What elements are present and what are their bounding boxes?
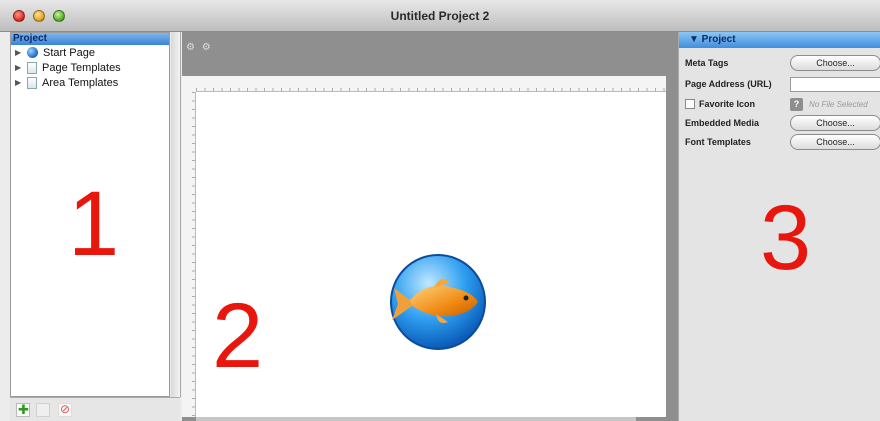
tree-item-label: Area Templates <box>42 76 119 89</box>
meta-tags-choose-button[interactable]: Choose... <box>790 55 880 71</box>
title-bar: Untitled Project 2 <box>0 0 880 32</box>
document-icon <box>27 61 37 74</box>
disclosure-triangle-icon[interactable]: ▶ <box>15 78 23 87</box>
tree-item-start-page[interactable]: ▶ Start Page <box>11 45 169 60</box>
tree-item-page-templates[interactable]: ▶ Page Templates <box>11 60 169 75</box>
annotation-number-3: 3 <box>760 187 812 289</box>
embedded-media-row: Embedded Media Choose... <box>685 114 880 132</box>
embedded-media-label: Embedded Media <box>685 118 760 128</box>
page-address-label: Page Address (URL) <box>685 79 772 89</box>
page-address-input[interactable] <box>790 76 880 92</box>
page-button[interactable] <box>36 403 50 417</box>
help-icon[interactable]: ? <box>790 97 803 111</box>
view-controls[interactable]: ⚙ ⚙ <box>186 42 213 53</box>
horizontal-scrollbar[interactable] <box>196 417 636 421</box>
goldfish-logo-icon <box>390 254 486 350</box>
left-panel-scrollbar[interactable] <box>171 32 181 397</box>
embedded-media-choose-button[interactable]: Choose... <box>790 115 880 131</box>
favorite-icon-label: Favorite Icon <box>699 99 756 109</box>
document-icon <box>27 76 37 89</box>
inspector-header[interactable]: ▼ Project <box>679 32 880 48</box>
annotation-number-1: 1 <box>68 173 120 275</box>
favorite-icon-checkbox[interactable] <box>685 99 695 109</box>
add-page-button[interactable] <box>16 402 30 418</box>
meta-tags-label: Meta Tags <box>685 58 729 68</box>
font-templates-choose-button[interactable]: Choose... <box>790 134 880 150</box>
page-address-row: Page Address (URL) <box>685 75 880 93</box>
favorite-icon-row: Favorite Icon ? No File Selected <box>685 95 880 113</box>
disclosure-triangle-icon[interactable]: ▶ <box>15 63 23 72</box>
no-file-selected-text: No File Selected <box>809 99 868 109</box>
horizontal-ruler <box>196 76 666 92</box>
left-panel-toolbar <box>10 397 180 421</box>
globe-icon <box>27 47 38 58</box>
meta-tags-row: Meta Tags Choose... <box>685 54 880 72</box>
page-canvas[interactable] <box>196 92 666 417</box>
tree-item-area-templates[interactable]: ▶ Area Templates <box>11 75 169 90</box>
font-templates-label: Font Templates <box>685 137 751 147</box>
annotation-number-2: 2 <box>212 285 264 387</box>
window-title: Untitled Project 2 <box>390 9 490 23</box>
disclosure-triangle-icon[interactable]: ▶ <box>15 48 23 57</box>
remove-page-button[interactable] <box>58 402 72 417</box>
tree-item-label: Start Page <box>43 46 95 59</box>
font-templates-row: Font Templates Choose... <box>685 133 880 151</box>
vertical-ruler <box>182 92 196 417</box>
tree-item-label: Page Templates <box>42 61 121 74</box>
project-outline-header[interactable]: Project <box>11 33 169 45</box>
ruler-corner <box>182 76 196 92</box>
